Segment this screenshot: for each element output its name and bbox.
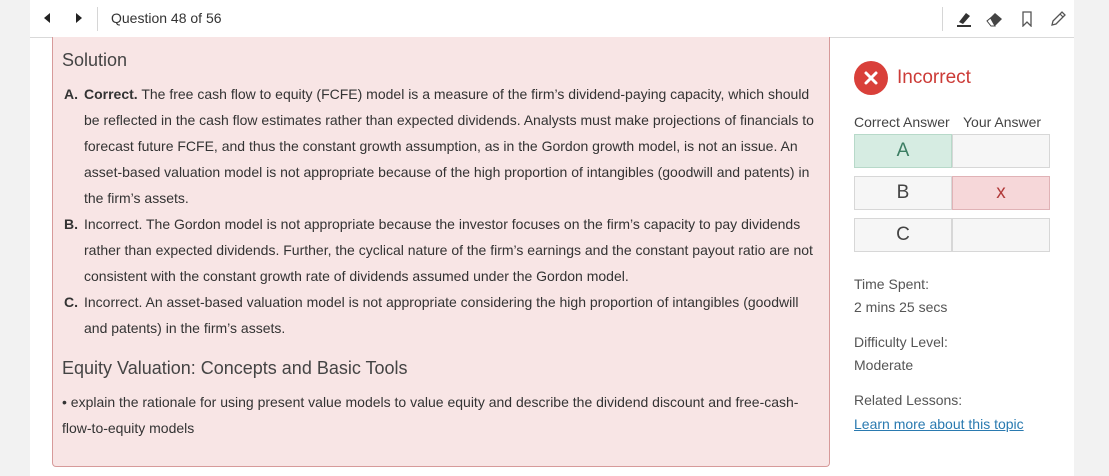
explanation-a: A. Correct. The free cash flow to equity … — [64, 81, 824, 211]
top-toolbar: Question 48 of 56 — [30, 0, 1074, 38]
your-answer-header: Your Answer — [963, 114, 1042, 130]
verdict: Incorrect. — [84, 294, 143, 310]
option-letter: B. — [64, 216, 78, 232]
toolbar-divider — [942, 7, 943, 31]
verdict: Correct. — [84, 86, 138, 102]
prev-arrow-icon[interactable] — [38, 9, 56, 27]
correct-answer-cell-a: A — [854, 134, 952, 168]
option-letter: C. — [64, 294, 78, 310]
explanation-b: B. Incorrect. The Gordon model is not app… — [64, 211, 824, 289]
result-status: Incorrect — [854, 61, 971, 95]
difficulty-value: Moderate — [854, 357, 914, 373]
correct-answer-cell-c: C — [854, 218, 952, 252]
time-spent-label: Time Spent: — [854, 276, 929, 292]
eraser-icon[interactable] — [984, 8, 1006, 30]
explanation-text: The Gordon model is not appropriate beca… — [84, 216, 813, 284]
pencil-icon[interactable] — [1047, 8, 1069, 30]
explanation-c: C. Incorrect. An asset-based valuation mo… — [64, 289, 824, 341]
highlighter-icon[interactable] — [953, 8, 975, 30]
toolbar-divider — [97, 7, 98, 31]
learning-objective: • explain the rationale for using presen… — [62, 394, 799, 436]
page: Question 48 of 56 Solution A. Correct. T… — [30, 0, 1074, 476]
your-answer-cell-b: x — [952, 176, 1050, 210]
solution-title: Solution — [62, 50, 128, 70]
correct-answer-header: Correct Answer — [854, 114, 950, 130]
difficulty-label: Difficulty Level: — [854, 334, 948, 350]
explanation-text: The free cash flow to equity (FCFE) mode… — [84, 86, 814, 206]
your-answer-cell-c — [952, 218, 1050, 252]
time-spent-value: 2 mins 25 secs — [854, 299, 948, 315]
correct-answer-cell-b: B — [854, 176, 952, 210]
related-lesson-link[interactable]: Learn more about this topic — [854, 416, 1024, 432]
explanation-text: An asset-based valuation model is not ap… — [84, 294, 799, 336]
result-panel: Incorrect Correct Answer Your Answer A B… — [854, 37, 1064, 476]
incorrect-x-icon — [854, 61, 888, 95]
result-status-label: Incorrect — [897, 67, 971, 88]
verdict: Incorrect. — [84, 216, 143, 232]
answer-explanations: A. Correct. The free cash flow to equity … — [64, 81, 824, 341]
your-answer-cell-a — [952, 134, 1050, 168]
solution-panel: Solution A. Correct. The free cash flow t… — [52, 37, 830, 467]
option-letter: A. — [64, 86, 78, 102]
topic-title: Equity Valuation: Concepts and Basic Too… — [62, 358, 408, 378]
next-arrow-icon[interactable] — [70, 9, 88, 27]
question-counter: Question 48 of 56 — [111, 10, 222, 26]
related-lessons-label: Related Lessons: — [854, 392, 963, 408]
bookmark-icon[interactable] — [1016, 8, 1038, 30]
